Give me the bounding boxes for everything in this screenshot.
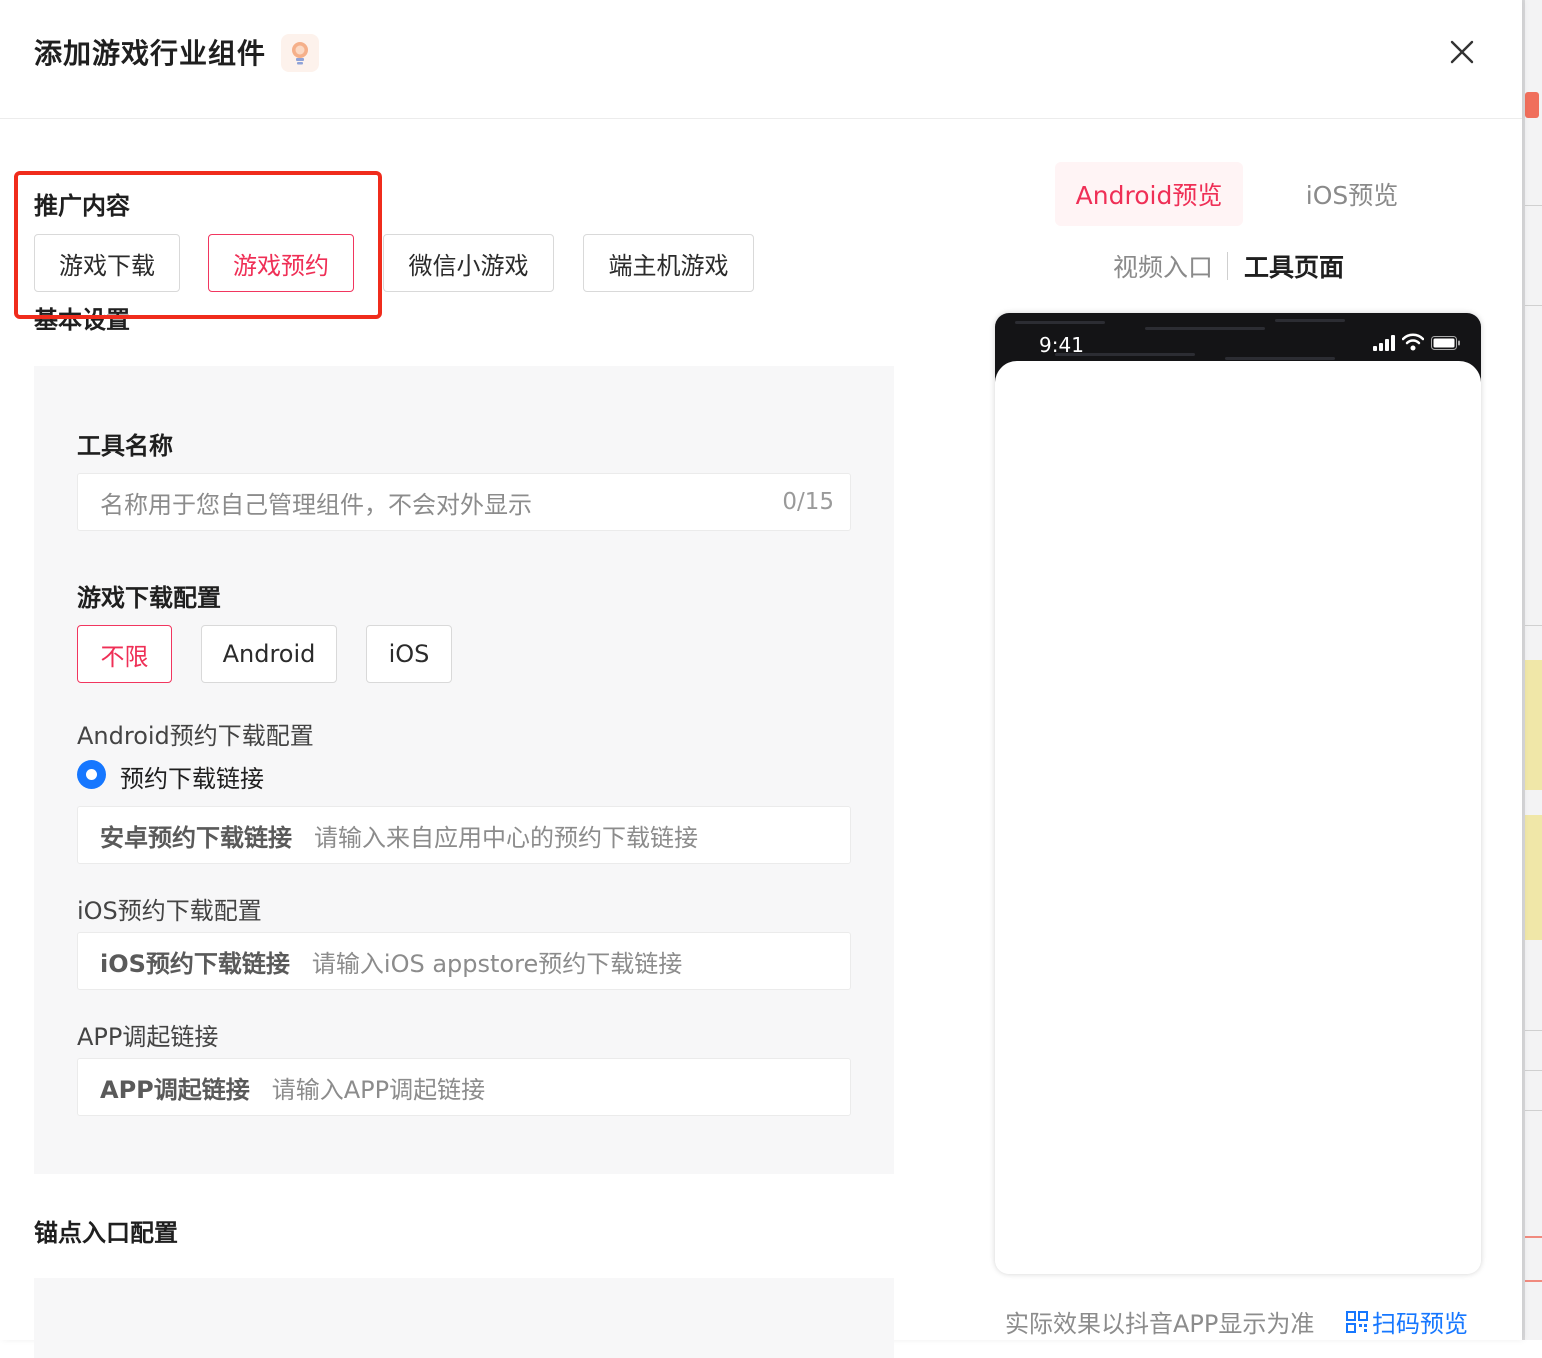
background-divider (1525, 1280, 1542, 1282)
ios-reservation-link-input[interactable]: iOS预约下载链接 请输入iOS appstore预约下载链接 (77, 932, 851, 990)
download-config-label: 游戏下载配置 (77, 584, 221, 612)
reservation-link-radio-label[interactable]: 预约下载链接 (120, 759, 264, 794)
anchor-config-title: 锚点入口配置 (34, 1219, 178, 1247)
ios-reservation-link-placeholder: 请输入iOS appstore预约下载链接 (311, 949, 683, 978)
reservation-link-radio[interactable] (77, 760, 106, 789)
ios-reservation-link-label: iOS预约下载链接 (100, 949, 290, 978)
tool-name-label: 工具名称 (77, 432, 173, 460)
app-link-input[interactable]: APP调起链接 请输入APP调起链接 (77, 1058, 851, 1116)
tool-name-input[interactable]: 名称用于您自己管理组件，不会对外显示 0/15 (77, 473, 851, 531)
tab-tool-page[interactable]: 工具页面 (1244, 248, 1344, 284)
background-divider (1525, 1110, 1542, 1111)
background-highlight (1525, 815, 1542, 940)
background-divider (1525, 305, 1542, 306)
tab-video-entry[interactable]: 视频入口 (1113, 248, 1213, 284)
preview-disclaimer: 实际效果以抖音APP显示为准 (1005, 1310, 1315, 1338)
status-bar-texture (1275, 319, 1345, 322)
lightbulb-icon (281, 34, 319, 72)
platform-option-android[interactable]: Android (201, 625, 337, 683)
status-bar-texture (1015, 321, 1105, 324)
android-reservation-link-input[interactable]: 安卓预约下载链接 请输入来自应用中心的预约下载链接 (77, 806, 851, 864)
tab-ios-preview[interactable]: iOS预览 (1262, 162, 1442, 226)
android-config-label: Android预约下载配置 (77, 722, 314, 750)
tool-name-counter: 0/15 (782, 489, 834, 515)
background-highlight (1525, 660, 1542, 790)
android-reservation-link-label: 安卓预约下载链接 (100, 823, 292, 852)
add-game-component-modal: 添加游戏行业组件 推广内容 游戏下载 游戏预约 微信小游戏 端主机游戏 基本设置… (0, 0, 1522, 1358)
tab-android-preview[interactable]: Android预览 (1055, 162, 1243, 226)
phone-time: 9:41 (1039, 333, 1084, 357)
promotion-option-game-reservation[interactable]: 游戏预约 (208, 234, 354, 292)
battery-icon (1431, 335, 1461, 350)
sub-tab-divider (1227, 252, 1228, 280)
promotion-option-game-download[interactable]: 游戏下载 (34, 234, 180, 292)
promotion-option-console-game[interactable]: 端主机游戏 (583, 234, 754, 292)
modal-title: 添加游戏行业组件 (34, 37, 267, 70)
phone-preview: 9:41 (995, 313, 1481, 1274)
promotion-option-wechat-minigame[interactable]: 微信小游戏 (383, 234, 554, 292)
android-reservation-link-placeholder: 请输入来自应用中心的预约下载链接 (314, 823, 698, 852)
status-bar-texture (1225, 357, 1335, 360)
platform-option-ios[interactable]: iOS (366, 625, 452, 683)
modal-header: 添加游戏行业组件 (0, 0, 1522, 119)
background-divider (1525, 205, 1542, 206)
status-bar-texture (1145, 327, 1265, 330)
background-badge (1525, 92, 1539, 118)
background-divider (1525, 1070, 1542, 1071)
signal-icon (1373, 335, 1397, 351)
background-page (1522, 0, 1542, 1340)
promotion-section-title: 推广内容 (34, 192, 130, 220)
background-divider (1525, 1236, 1542, 1238)
phone-screen (995, 361, 1481, 1274)
platform-option-unlimited[interactable]: 不限 (77, 625, 172, 683)
wifi-icon (1401, 333, 1425, 351)
background-divider (1525, 625, 1542, 626)
background-divider (1525, 1030, 1542, 1031)
app-link-config-label: APP调起链接 (77, 1023, 219, 1051)
scan-preview-link[interactable]: 扫码预览 (1346, 1304, 1468, 1339)
basic-settings-title: 基本设置 (34, 306, 130, 334)
ios-config-label: iOS预约下载配置 (77, 897, 262, 925)
app-link-placeholder: 请输入APP调起链接 (271, 1075, 486, 1104)
app-link-input-label: APP调起链接 (100, 1075, 250, 1104)
scan-preview-label[interactable]: 扫码预览 (1372, 1304, 1468, 1339)
close-icon[interactable] (1440, 30, 1484, 74)
qrcode-icon (1346, 1310, 1368, 1333)
anchor-config-panel (34, 1278, 894, 1358)
tool-name-placeholder: 名称用于您自己管理组件，不会对外显示 (100, 490, 532, 519)
